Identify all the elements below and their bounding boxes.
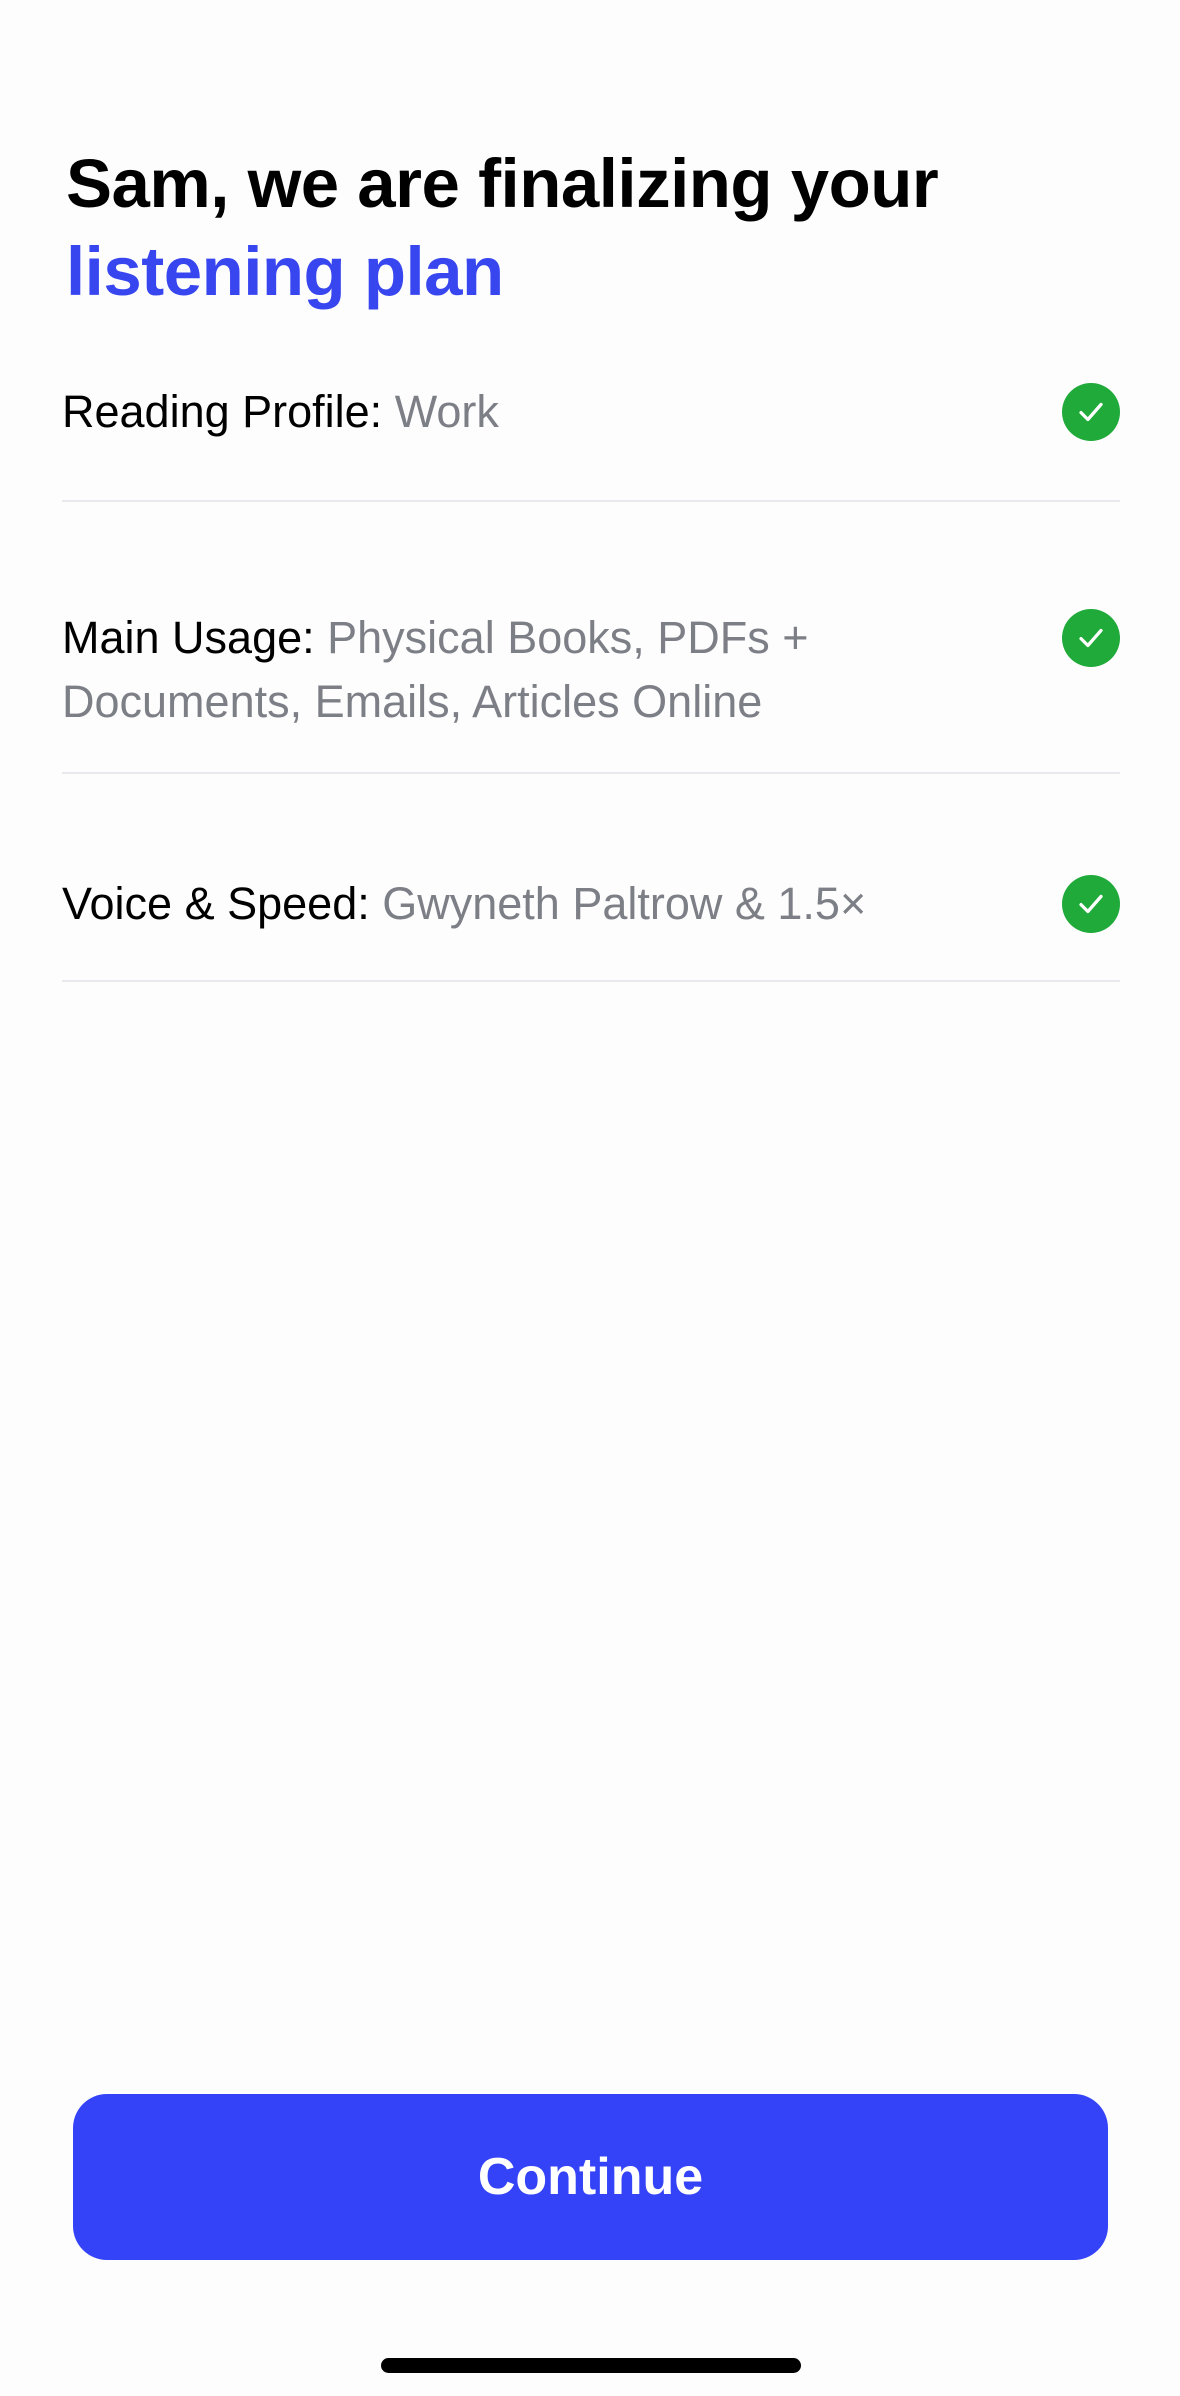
title-line-2-highlight: listening plan [66,233,504,310]
summary-row-main-usage: Main Usage: Physical Books, PDFs + Docum… [62,502,1120,774]
checkmark-circle-icon [1062,875,1120,933]
summary-value: Work [394,386,499,437]
summary-label: Reading Profile: [62,386,383,437]
summary-row-reading-profile: Reading Profile: Work [62,360,1120,502]
title-line-1: Sam, we are finalizing your [66,145,939,222]
page-title: Sam, we are finalizing your listening pl… [66,140,1126,316]
summary-label: Voice & Speed: [62,878,370,929]
summary-value: Gwyneth Paltrow & 1.5× [382,878,867,929]
screen: Sam, we are finalizing your listening pl… [0,0,1180,2396]
summary-row-voice-speed: Voice & Speed: Gwyneth Paltrow & 1.5× [62,774,1120,982]
home-indicator [381,2358,801,2373]
continue-button[interactable]: Continue [73,2094,1108,2260]
summary-row-text: Reading Profile: Work [62,380,982,444]
checkmark-circle-icon [1062,609,1120,667]
summary-label: Main Usage: [62,612,315,663]
checkmark-circle-icon [1062,383,1120,441]
plan-summary-list: Reading Profile: Work Main Usage: Physic… [62,360,1120,982]
summary-row-text: Main Usage: Physical Books, PDFs + Docum… [62,606,982,734]
summary-row-text: Voice & Speed: Gwyneth Paltrow & 1.5× [62,872,982,936]
